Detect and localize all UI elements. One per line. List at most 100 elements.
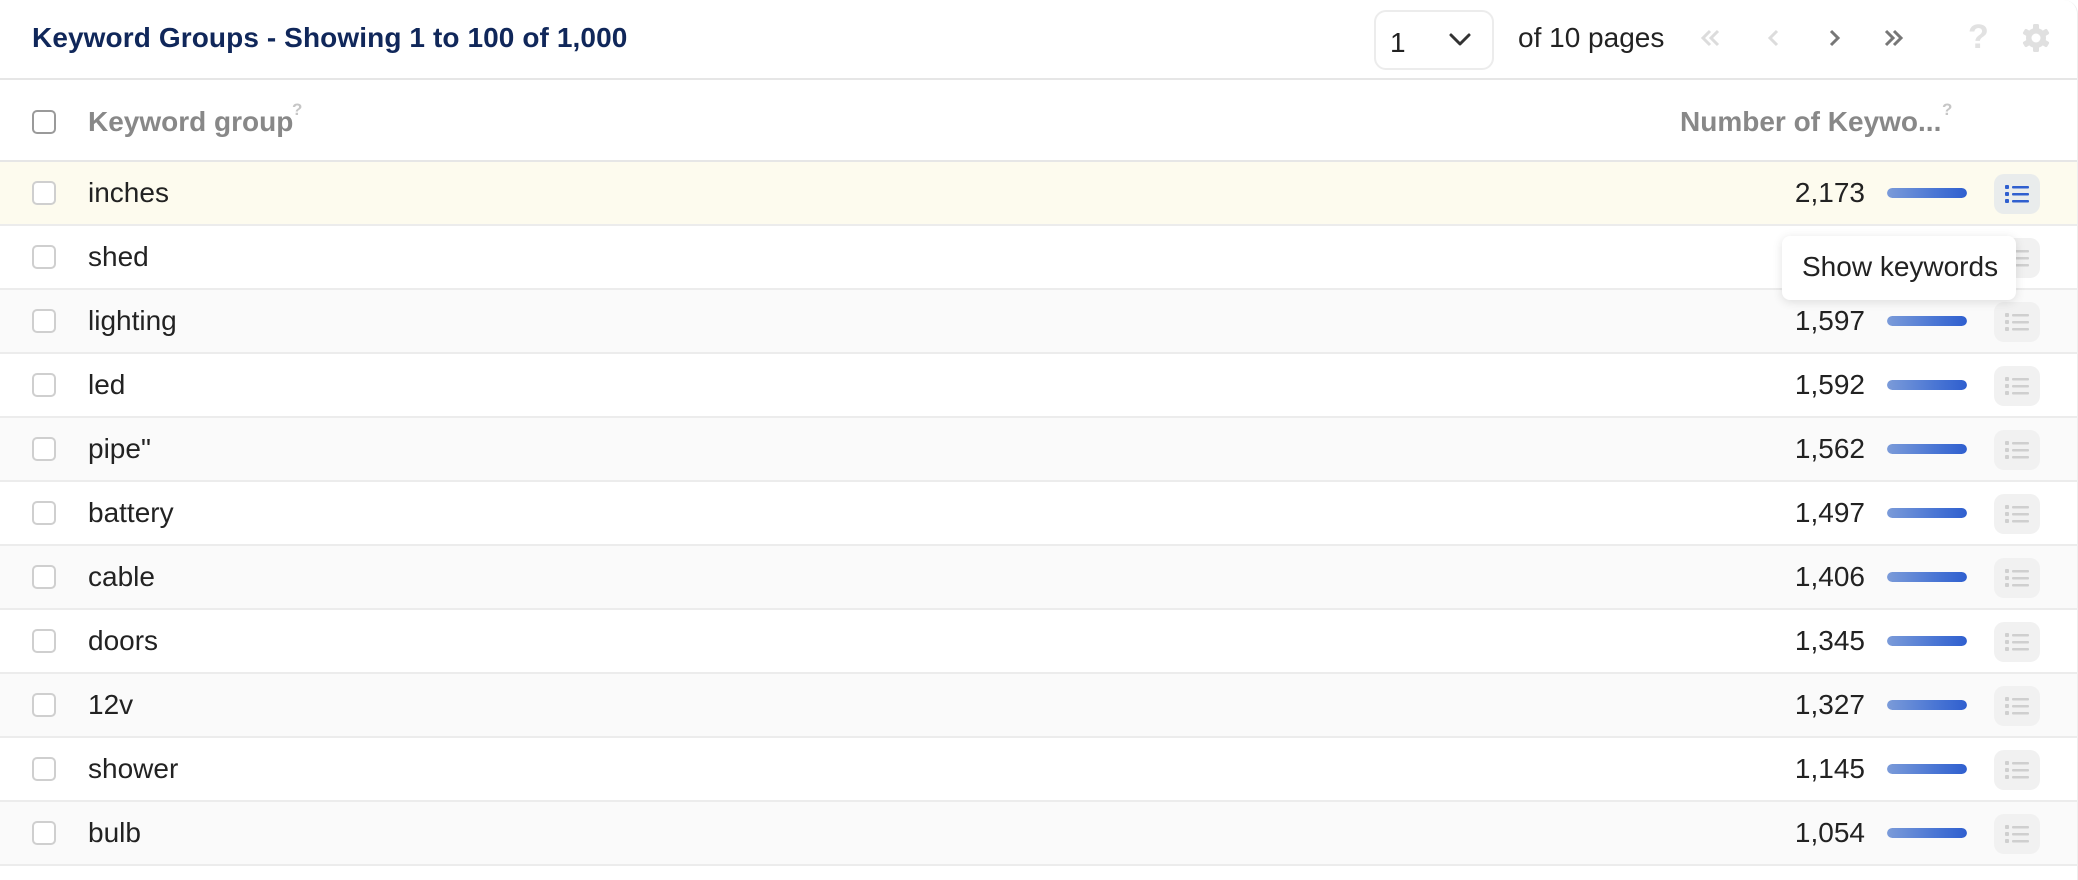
row-checkbox[interactable] xyxy=(32,245,56,269)
keyword-count: 1,054 xyxy=(1794,817,1865,848)
table-row[interactable]: battery 1,497 xyxy=(0,482,2077,546)
table-row[interactable]: shower 1,145 xyxy=(0,738,2077,802)
row-checkbox[interactable] xyxy=(32,181,56,205)
keyword-count: 1,597 xyxy=(1794,305,1865,336)
list-icon xyxy=(2005,569,2029,587)
chevron-down-icon xyxy=(1449,33,1471,46)
table-row[interactable]: inches 2,173 xyxy=(0,162,2077,226)
list-icon xyxy=(2005,313,2029,331)
show-keywords-button[interactable] xyxy=(1994,814,2040,854)
table-row[interactable]: bulb 1,054 xyxy=(0,802,2077,866)
tooltip: Show keywords xyxy=(1782,236,2016,300)
keyword-count: 1,345 xyxy=(1794,625,1865,656)
tooltip-text: Show keywords xyxy=(1802,251,1999,282)
keyword-count-bar-fill xyxy=(1887,380,1967,390)
table-header: Keyword group ? Number of Keywo... ? xyxy=(0,82,2077,162)
keyword-count-bar xyxy=(1887,188,1967,198)
column-header-keyword-group[interactable]: Keyword group xyxy=(88,106,293,138)
row-checkbox[interactable] xyxy=(32,757,56,781)
keyword-group-name: lighting xyxy=(88,305,177,336)
panel-header: Keyword Groups - Showing 1 to 100 of 1,0… xyxy=(0,0,2077,80)
previous-page-button[interactable] xyxy=(1756,20,1792,56)
show-keywords-button[interactable] xyxy=(1994,430,2040,470)
keyword-group-name: shed xyxy=(88,241,149,272)
number-of-keywords-help-icon[interactable]: ? xyxy=(1942,100,1952,120)
row-checkbox[interactable] xyxy=(32,821,56,845)
last-page-button[interactable] xyxy=(1876,20,1912,56)
table-row[interactable]: lighting 1,597 xyxy=(0,290,2077,354)
chevron-right-icon xyxy=(1829,29,1841,47)
keyword-count-bar-fill xyxy=(1887,828,1967,838)
keyword-group-help-icon[interactable]: ? xyxy=(292,100,302,120)
show-keywords-button[interactable] xyxy=(1994,302,2040,342)
row-checkbox[interactable] xyxy=(32,501,56,525)
list-icon xyxy=(2005,185,2029,203)
row-checkbox[interactable] xyxy=(32,309,56,333)
table-row[interactable]: shed xyxy=(0,226,2077,290)
keyword-groups-panel: Keyword Groups - Showing 1 to 100 of 1,0… xyxy=(0,0,2078,880)
show-keywords-button[interactable] xyxy=(1994,494,2040,534)
row-checkbox[interactable] xyxy=(32,373,56,397)
page-title: Keyword Groups - Showing 1 to 100 of 1,0… xyxy=(32,22,628,53)
keyword-group-name: led xyxy=(88,369,126,400)
list-icon xyxy=(2005,633,2029,651)
show-keywords-button[interactable] xyxy=(1994,558,2040,598)
list-icon xyxy=(2005,697,2029,715)
keyword-group-name: cable xyxy=(88,561,155,592)
table-row[interactable]: doors 1,345 xyxy=(0,610,2077,674)
keyword-count-bar-fill xyxy=(1887,636,1967,646)
keyword-group-name: inches xyxy=(88,177,169,208)
show-keywords-button[interactable] xyxy=(1994,750,2040,790)
page-select-value: 1 xyxy=(1390,27,1406,58)
keyword-count: 1,562 xyxy=(1794,433,1865,464)
table-row[interactable]: pipe" 1,562 xyxy=(0,418,2077,482)
keyword-count: 1,327 xyxy=(1794,689,1865,720)
double-chevron-right-icon xyxy=(1884,29,1904,47)
keyword-count-bar xyxy=(1887,316,1967,326)
column-header-number-of-keywords[interactable]: Number of Keywo... xyxy=(1680,106,1941,138)
chevron-left-icon xyxy=(1767,29,1779,47)
gear-icon[interactable] xyxy=(2020,22,2052,54)
keyword-count-bar xyxy=(1887,380,1967,390)
keyword-count-bar xyxy=(1887,572,1967,582)
total-pages-label: of 10 pages xyxy=(1518,22,1665,53)
next-page-button[interactable] xyxy=(1816,20,1852,56)
keyword-count-bar-fill xyxy=(1887,188,1967,198)
keyword-count: 1,592 xyxy=(1794,369,1865,400)
list-icon xyxy=(2005,505,2029,523)
list-icon xyxy=(2005,825,2029,843)
keyword-count: 1,406 xyxy=(1794,561,1865,592)
keyword-count-bar xyxy=(1887,828,1967,838)
row-checkbox[interactable] xyxy=(32,693,56,717)
first-page-button[interactable] xyxy=(1692,20,1728,56)
show-keywords-button[interactable] xyxy=(1994,366,2040,406)
keyword-count-bar xyxy=(1887,764,1967,774)
keyword-count-bar xyxy=(1887,444,1967,454)
keyword-count-bar xyxy=(1887,700,1967,710)
list-icon xyxy=(2005,377,2029,395)
show-keywords-button[interactable] xyxy=(1994,686,2040,726)
keyword-count: 1,145 xyxy=(1794,753,1865,784)
keyword-count-bar-fill xyxy=(1887,508,1967,518)
keyword-group-name: 12v xyxy=(88,689,134,720)
keyword-count-bar-fill xyxy=(1887,700,1967,710)
double-chevron-left-icon xyxy=(1700,29,1720,47)
row-checkbox[interactable] xyxy=(32,565,56,589)
show-keywords-button[interactable] xyxy=(1994,622,2040,662)
keyword-count-bar-fill xyxy=(1887,764,1967,774)
table-row[interactable]: led 1,592 xyxy=(0,354,2077,418)
row-checkbox[interactable] xyxy=(32,437,56,461)
keyword-group-name: doors xyxy=(88,625,159,656)
select-all-checkbox[interactable] xyxy=(32,110,56,134)
keyword-count-bar xyxy=(1887,508,1967,518)
table-row[interactable]: 12v 1,327 xyxy=(0,674,2077,738)
table-row[interactable]: cable 1,406 xyxy=(0,546,2077,610)
keyword-count-bar-fill xyxy=(1887,572,1967,582)
help-icon[interactable]: ? xyxy=(1968,18,1989,57)
page-number-select[interactable]: 1 xyxy=(1374,10,1494,70)
show-keywords-button[interactable] xyxy=(1994,174,2040,214)
row-checkbox[interactable] xyxy=(32,629,56,653)
keyword-count: 1,497 xyxy=(1794,497,1865,528)
keyword-count-bar xyxy=(1887,636,1967,646)
list-icon xyxy=(2005,441,2029,459)
